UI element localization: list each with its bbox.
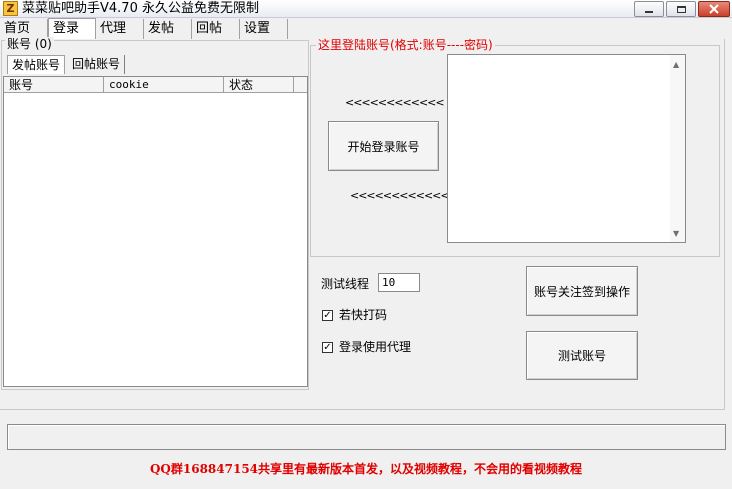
login-hint: 这里登陆账号(格式:账号----密码) <box>316 38 495 52</box>
threads-label: 测试线程 <box>321 277 370 291</box>
column-account[interactable]: 账号 <box>4 77 104 93</box>
tab-post-accounts[interactable]: 发帖账号 <box>7 55 66 74</box>
column-cookie[interactable]: cookie <box>104 77 224 93</box>
fast-captcha-label: 若快打码 <box>339 308 388 322</box>
arrows-top: <<<<<<<<<<<< <box>345 96 445 109</box>
column-status[interactable]: 状态 <box>224 77 294 93</box>
tab-login[interactable]: 登录 <box>48 18 96 39</box>
accounts-list[interactable]: 账号 cookie 状态 <box>3 76 308 387</box>
maximize-icon <box>676 5 686 13</box>
maximize-button[interactable] <box>666 1 696 17</box>
threads-input[interactable]: 10 <box>378 273 420 292</box>
minimize-icon <box>645 11 653 13</box>
tab-reply[interactable]: 回帖 <box>192 19 240 39</box>
tab-home[interactable]: 首页 <box>0 19 48 39</box>
accounts-group-title: 账号 (0) <box>5 37 54 51</box>
tab-proxy[interactable]: 代理 <box>96 19 144 39</box>
app-icon: Z <box>3 1 18 16</box>
minimize-button[interactable] <box>634 1 664 17</box>
close-button[interactable] <box>698 1 730 17</box>
accounts-input[interactable]: ▲ ▼ <box>447 54 686 243</box>
close-icon <box>709 4 719 14</box>
accounts-list-header: 账号 cookie 状态 <box>4 77 307 93</box>
tab-settings[interactable]: 设置 <box>240 19 288 39</box>
use-proxy-checkbox[interactable]: ✓ <box>322 342 333 353</box>
window-title: 菜菜贴吧助手V4.70 永久公益免费无限制 <box>22 1 259 16</box>
arrows-bottom: <<<<<<<<<<<< <box>350 189 450 202</box>
footer-notice: QQ群168847154共享里有最新版本首发，以及视频教程，不会用的看视频教程 <box>149 462 583 476</box>
start-login-button[interactable]: 开始登录账号 <box>328 121 439 171</box>
fast-captcha-checkbox[interactable]: ✓ <box>322 310 333 321</box>
tab-post[interactable]: 发帖 <box>144 19 192 39</box>
menu-bar: 首页 登录 代理 发帖 回帖 设置 <box>0 18 732 39</box>
scroll-down-icon[interactable]: ▼ <box>673 230 679 238</box>
test-accounts-button[interactable]: 测试账号 <box>526 331 638 380</box>
status-bar <box>7 424 726 450</box>
follow-sign-button[interactable]: 账号关注签到操作 <box>526 266 638 316</box>
use-proxy-label: 登录使用代理 <box>339 340 412 354</box>
scrollbar[interactable]: ▲ ▼ <box>670 55 685 242</box>
scroll-up-icon[interactable]: ▲ <box>673 61 679 69</box>
tab-reply-accounts[interactable]: 回帖账号 <box>68 55 126 74</box>
title-bar: Z 菜菜贴吧助手V4.70 永久公益免费无限制 <box>0 0 732 18</box>
